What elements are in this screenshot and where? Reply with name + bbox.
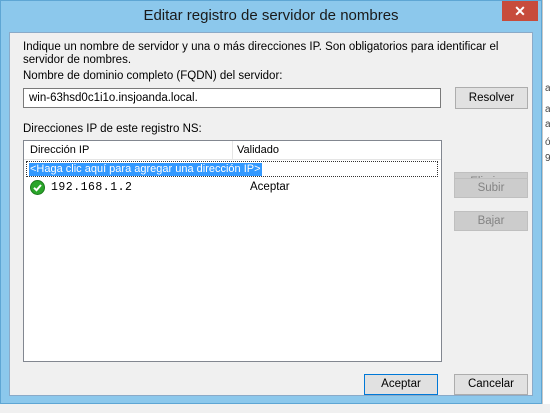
edit-ns-record-dialog: Editar registro de servidor de nombres ✕… xyxy=(0,0,542,404)
close-button[interactable]: ✕ xyxy=(502,1,538,21)
close-icon: ✕ xyxy=(514,3,526,19)
title-bar[interactable]: Editar registro de servidor de nombres ✕ xyxy=(1,1,541,32)
ip-list-label: Direcciones IP de este registro NS: xyxy=(23,123,202,135)
dialog-content: Indique un nombre de servidor y una o má… xyxy=(9,32,533,396)
accept-button[interactable]: Aceptar xyxy=(364,374,438,395)
column-divider[interactable] xyxy=(232,141,233,159)
background-window-edge xyxy=(542,0,550,413)
background-window-bottom xyxy=(0,404,550,413)
background-text: a xyxy=(545,119,550,130)
move-down-button[interactable]: Bajar xyxy=(454,211,528,231)
background-text: ó xyxy=(545,137,550,148)
dialog-title: Editar registro de servidor de nombres xyxy=(143,7,399,24)
column-header-validated[interactable]: Validado xyxy=(237,144,279,156)
add-ip-row[interactable]: <Haga clic aquí para agregar una direcci… xyxy=(26,161,438,177)
validation-status: Aceptar xyxy=(250,181,290,193)
background-text: a xyxy=(545,104,550,115)
add-ip-placeholder[interactable]: <Haga clic aquí para agregar una direcci… xyxy=(29,163,262,176)
ip-address-list[interactable]: Dirección IP Validado <Haga clic aquí pa… xyxy=(23,140,442,362)
list-header: Dirección IP Validado xyxy=(24,141,441,160)
fqdn-label: Nombre de dominio completo (FQDN) del se… xyxy=(23,70,283,82)
move-up-button[interactable]: Subir xyxy=(454,178,528,198)
list-item[interactable]: 192.168.1.2 Aceptar xyxy=(26,179,438,197)
cancel-button[interactable]: Cancelar xyxy=(454,374,528,395)
background-text: 9 xyxy=(545,153,550,164)
fqdn-input[interactable]: win-63hsd0c1i1o.insjoanda.local. xyxy=(23,88,441,108)
background-text: a xyxy=(545,83,550,94)
resolve-button[interactable]: Resolver xyxy=(455,87,528,109)
check-circle-icon xyxy=(30,180,45,195)
intro-text: Indique un nombre de servidor y una o má… xyxy=(23,41,499,66)
column-header-ip[interactable]: Dirección IP xyxy=(30,144,89,156)
ip-address-value: 192.168.1.2 xyxy=(51,181,133,194)
